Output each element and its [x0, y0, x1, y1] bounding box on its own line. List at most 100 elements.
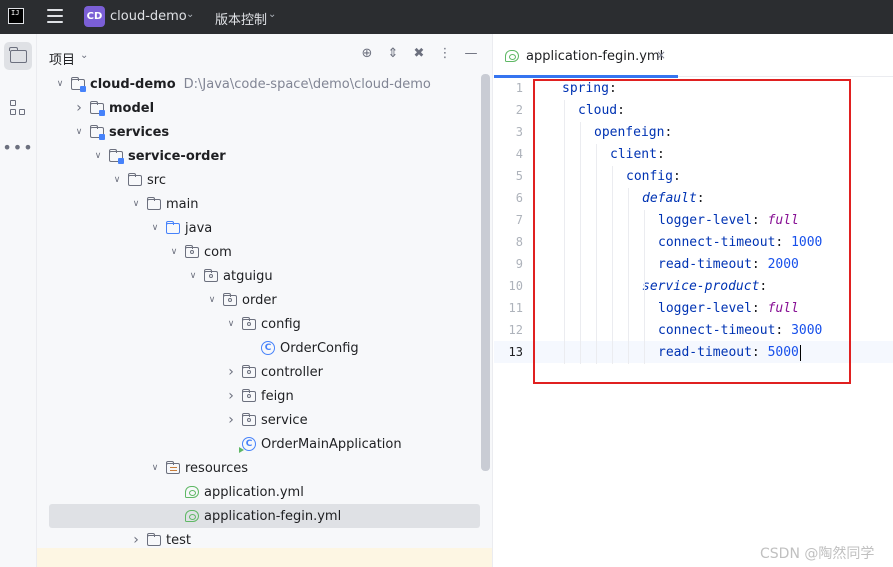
tree-item-label: main [166, 196, 199, 212]
line-number: 6 [515, 191, 523, 205]
chevron-down-icon[interactable]: ⌄ [80, 50, 88, 61]
more-tools-button[interactable]: ••• [2, 134, 34, 162]
chevron-right-icon[interactable]: › [129, 532, 143, 548]
package-icon [203, 268, 219, 284]
java-class-icon: C [260, 340, 276, 356]
chevron-down-icon[interactable]: ∨ [224, 319, 238, 329]
chevron-down-icon[interactable]: ∨ [148, 223, 162, 233]
panel-title[interactable]: 项目 [49, 49, 75, 68]
tree-item[interactable]: ∨ order [37, 288, 481, 312]
chevron-down-icon[interactable]: ∨ [53, 79, 67, 89]
tree-item[interactable]: C OrderMainApplication [37, 432, 481, 456]
line-number: 11 [508, 301, 523, 315]
line-number: 13 [508, 345, 523, 359]
scrollbar[interactable] [481, 74, 490, 471]
more-icon: ••• [2, 138, 34, 157]
tree-item-label: java [185, 220, 213, 236]
tool-window-strip: ••• [0, 34, 37, 567]
chevron-down-icon[interactable]: ∨ [72, 127, 86, 137]
close-icon[interactable]: × [656, 48, 666, 62]
project-path: D:\Java\code-space\demo\cloud-demo [183, 76, 431, 92]
folder-icon [9, 46, 27, 63]
tree-item-label: service-order [128, 148, 226, 164]
tree-item[interactable]: ∨ config [37, 312, 481, 336]
line-number: 8 [515, 235, 523, 249]
tree-item-label: OrderConfig [280, 340, 359, 356]
editor-tab[interactable]: application-fegin.yml × [494, 34, 678, 78]
tab-title: application-fegin.yml [526, 49, 664, 64]
line-number: 3 [515, 125, 523, 139]
yaml-file-icon [184, 508, 200, 524]
chevron-down-icon[interactable]: ∨ [205, 295, 219, 305]
tree-item[interactable]: ∨ services [37, 120, 481, 144]
tree-item[interactable]: ∨ main [37, 192, 481, 216]
chevron-down-icon[interactable]: ⌄ [268, 9, 276, 20]
module-folder-icon [108, 148, 124, 164]
tree-item-label: application-fegin.yml [204, 508, 342, 524]
project-panel-header: 项目 ⌄ ⊕ ⇕ ✖ ⋮ — [37, 34, 492, 74]
tree-item-label: test [166, 532, 191, 548]
tree-item[interactable]: application-fegin.yml [37, 504, 481, 528]
package-icon [241, 412, 257, 428]
intellij-logo-icon: IJ [8, 8, 24, 24]
line-number: 2 [515, 103, 523, 117]
main-menu-icon[interactable] [47, 9, 63, 23]
tree-item-label: resources [185, 460, 249, 476]
vcs-menu[interactable]: 版本控制 [215, 9, 267, 28]
tree-item[interactable]: › service [37, 408, 481, 432]
structure-icon [10, 100, 26, 116]
yaml-file-icon [184, 484, 200, 500]
tree-item[interactable]: ∨ java [37, 216, 481, 240]
tree-item[interactable]: › controller [37, 360, 481, 384]
project-badge[interactable]: CD [84, 6, 105, 27]
chevron-down-icon[interactable]: ∨ [186, 271, 200, 281]
chevron-right-icon[interactable]: › [224, 388, 238, 404]
project-switcher[interactable]: cloud-demo [110, 9, 187, 24]
line-number: 4 [515, 147, 523, 161]
source-folder-icon [165, 220, 181, 236]
folder-icon [146, 196, 162, 212]
project-tool-button[interactable] [4, 42, 32, 70]
chevron-down-icon[interactable]: ∨ [110, 175, 124, 185]
tree-item-label: feign [261, 388, 294, 404]
collapse-all-icon[interactable]: ✖ [411, 46, 427, 62]
package-icon [241, 388, 257, 404]
chevron-down-icon[interactable]: ∨ [167, 247, 181, 257]
chevron-down-icon[interactable]: ⌄ [186, 9, 194, 20]
chevron-right-icon[interactable]: › [224, 412, 238, 428]
tree-item-label: com [204, 244, 232, 260]
tree-item[interactable]: ∨ service-order [37, 144, 481, 168]
line-number: 12 [508, 323, 523, 337]
tree-item-label: model [109, 100, 155, 116]
tree-item[interactable]: › feign [37, 384, 481, 408]
tree-item[interactable]: ∨ resources [37, 456, 481, 480]
tree-item[interactable]: ∨ cloud-demo D:\Java\code-space\demo\cloud… [37, 72, 481, 96]
crosshair-icon[interactable]: ⊕ [359, 46, 375, 62]
chevron-right-icon[interactable]: › [72, 100, 86, 116]
package-icon [241, 364, 257, 380]
runnable-class-icon: C [239, 436, 257, 453]
expand-all-icon[interactable]: ⇕ [385, 46, 401, 62]
hide-icon[interactable]: — [463, 46, 479, 62]
tree-item-label: cloud-demo [90, 76, 176, 92]
title-bar: IJ CD cloud-demo ⌄ 版本控制 ⌄ [0, 0, 893, 34]
tree-item-label: OrderMainApplication [261, 436, 402, 452]
structure-tool-button[interactable] [4, 94, 32, 122]
line-number: 5 [515, 169, 523, 183]
excluded-row-highlight [37, 548, 492, 567]
tree-item[interactable]: ∨ com [37, 240, 481, 264]
folder-icon [127, 172, 143, 188]
chevron-down-icon[interactable]: ∨ [129, 199, 143, 209]
options-icon[interactable]: ⋮ [437, 46, 453, 62]
tree-item-label: service [261, 412, 308, 428]
chevron-down-icon[interactable]: ∨ [91, 151, 105, 161]
chevron-down-icon[interactable]: ∨ [148, 463, 162, 473]
tree-item[interactable]: ∨ atguigu [37, 264, 481, 288]
tree-item-label: order [242, 292, 277, 308]
tree-item[interactable]: C OrderConfig [37, 336, 481, 360]
tree-item[interactable]: › model [37, 96, 481, 120]
line-number: 10 [508, 279, 523, 293]
tree-item[interactable]: ∨ src [37, 168, 481, 192]
chevron-right-icon[interactable]: › [224, 364, 238, 380]
tree-item[interactable]: application.yml [37, 480, 481, 504]
